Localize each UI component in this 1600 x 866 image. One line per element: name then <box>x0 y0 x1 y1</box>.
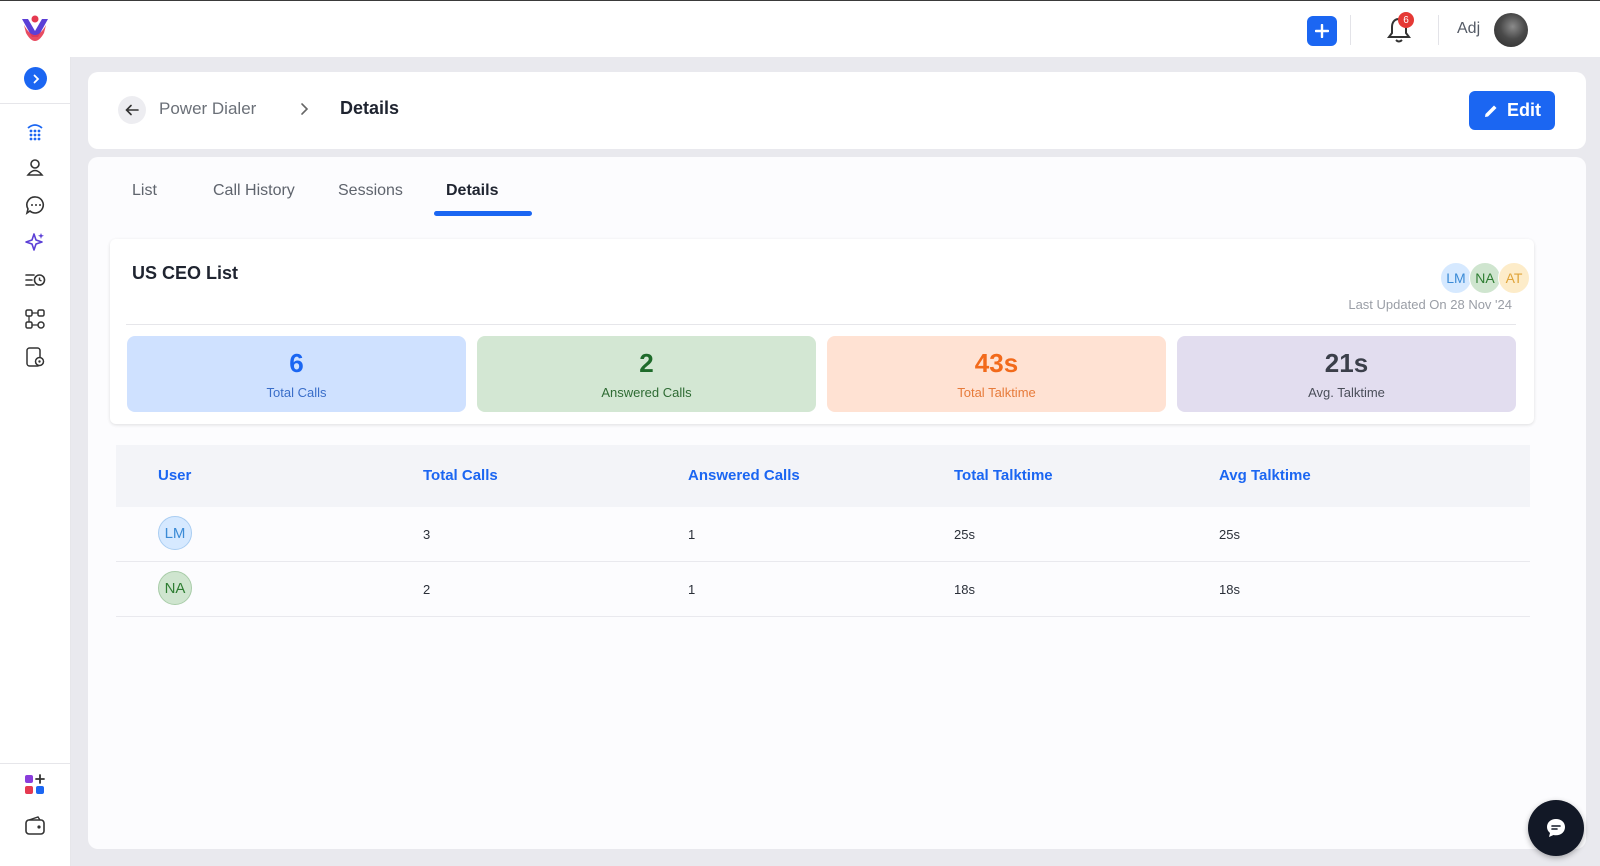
workflow-icon <box>25 309 45 329</box>
arrow-left-icon <box>125 104 139 116</box>
dialpad-icon <box>27 124 43 141</box>
sidebar-item-dialer[interactable] <box>23 119 47 143</box>
stat-value: 21s <box>1324 348 1369 378</box>
cell-total-calls: 2 <box>423 582 431 597</box>
member-avatar[interactable]: LM <box>1440 262 1472 294</box>
tab-sessions[interactable]: Sessions <box>338 182 403 200</box>
sidebar-item-call-queue[interactable] <box>23 268 47 292</box>
stat-label: Answered Calls <box>601 385 692 400</box>
chevron-right-icon <box>301 103 309 115</box>
sidebar-item-conversations[interactable] <box>23 193 47 217</box>
stat-answered-calls: 2 Answered Calls <box>477 336 816 412</box>
tab-details[interactable]: Details <box>446 182 498 200</box>
conversations-icon <box>25 196 45 215</box>
user-avatar[interactable]: LM <box>158 516 192 550</box>
sidebar-item-wallet[interactable] <box>23 814 47 838</box>
list-title: US CEO List <box>132 263 239 283</box>
table-row[interactable]: LM 3 1 25s 25s <box>116 507 1530 562</box>
plus-icon <box>1315 24 1329 38</box>
phone-settings-icon <box>26 347 45 367</box>
table-row[interactable]: NA 2 1 18s 18s <box>116 562 1530 617</box>
notification-badge: 6 <box>1398 12 1414 28</box>
stat-total-talktime: 43s Total Talktime <box>827 336 1166 412</box>
stat-label: Total Talktime <box>957 385 1036 400</box>
ai-sparkle-icon <box>25 233 44 251</box>
topbar-divider <box>1438 15 1439 45</box>
member-avatar[interactable]: AT <box>1498 262 1530 294</box>
stat-value: 2 <box>639 348 654 378</box>
contacts-icon <box>26 159 44 176</box>
sidebar-item-contacts[interactable] <box>23 155 47 179</box>
cell-total-calls: 3 <box>423 527 431 542</box>
main-content: List Call History Sessions Details US CE… <box>88 157 1586 849</box>
column-header-answered-calls[interactable]: Answered Calls <box>688 467 800 484</box>
sidebar-divider <box>0 763 71 764</box>
chat-bubble-icon <box>1547 819 1565 837</box>
column-header-avg-talktime[interactable]: Avg Talktime <box>1219 467 1311 484</box>
stat-value: 43s <box>974 348 1019 378</box>
table-header: User Total Calls Answered Calls Total Ta… <box>116 445 1530 507</box>
wallet-icon <box>25 816 45 835</box>
cell-avg-talktime: 18s <box>1219 582 1240 597</box>
chevron-right-icon <box>33 74 39 83</box>
add-button[interactable] <box>1307 16 1337 46</box>
user-avatar[interactable]: NA <box>158 571 192 605</box>
sidebar-item-apps[interactable] <box>23 773 47 797</box>
pencil-icon <box>1485 105 1497 117</box>
breadcrumb-current: Details <box>340 98 400 118</box>
tab-call-history[interactable]: Call History <box>213 182 295 200</box>
stat-total-calls: 6 Total Calls <box>127 336 466 412</box>
column-header-total-calls[interactable]: Total Calls <box>423 467 498 484</box>
breadcrumb-parent[interactable]: Power Dialer <box>159 99 256 119</box>
cell-avg-talktime: 25s <box>1219 527 1240 542</box>
tab-list[interactable]: List <box>132 182 157 200</box>
tab-bar: List Call History Sessions Details <box>88 157 688 221</box>
sidebar-expand-button[interactable] <box>24 67 47 90</box>
member-avatar[interactable]: NA <box>1469 262 1501 294</box>
chat-support-button[interactable] <box>1528 800 1584 856</box>
sidebar <box>0 57 71 866</box>
sidebar-divider <box>0 103 71 104</box>
sidebar-item-workflows[interactable] <box>23 307 47 331</box>
cell-total-talktime: 25s <box>954 527 975 542</box>
topbar-divider <box>1350 15 1351 45</box>
card-divider <box>126 324 1516 325</box>
list-summary-card: US CEO List LM NA AT Last Updated On 28 … <box>110 239 1534 424</box>
top-bar: 6 Adj <box>0 0 1600 57</box>
back-button[interactable] <box>118 96 146 124</box>
stat-avg-talktime: 21s Avg. Talktime <box>1177 336 1516 412</box>
active-tab-indicator <box>434 211 532 216</box>
column-header-user[interactable]: User <box>158 467 191 484</box>
sidebar-item-phone-settings[interactable] <box>23 345 47 369</box>
page-header: Power Dialer Details Edit <box>88 72 1586 149</box>
apps-add-icon <box>25 774 45 794</box>
stat-label: Total Calls <box>266 385 327 400</box>
user-avatar[interactable] <box>1494 13 1528 47</box>
cell-total-talktime: 18s <box>954 582 975 597</box>
user-stats-table: User Total Calls Answered Calls Total Ta… <box>116 445 1530 617</box>
last-updated-text: Last Updated On 28 Nov '24 <box>1348 297 1512 312</box>
cell-answered-calls: 1 <box>688 582 696 597</box>
column-header-total-talktime[interactable]: Total Talktime <box>954 467 1053 484</box>
cell-answered-calls: 1 <box>688 527 696 542</box>
stat-label: Avg. Talktime <box>1308 385 1385 400</box>
stat-value: 6 <box>289 348 304 378</box>
sidebar-item-ai[interactable] <box>23 230 47 254</box>
edit-button-label: Edit <box>1507 100 1541 120</box>
user-name[interactable]: Adj <box>1457 20 1480 38</box>
edit-button[interactable]: Edit <box>1469 91 1555 130</box>
brand-logo[interactable] <box>18 13 52 47</box>
call-queue-icon <box>25 274 46 286</box>
